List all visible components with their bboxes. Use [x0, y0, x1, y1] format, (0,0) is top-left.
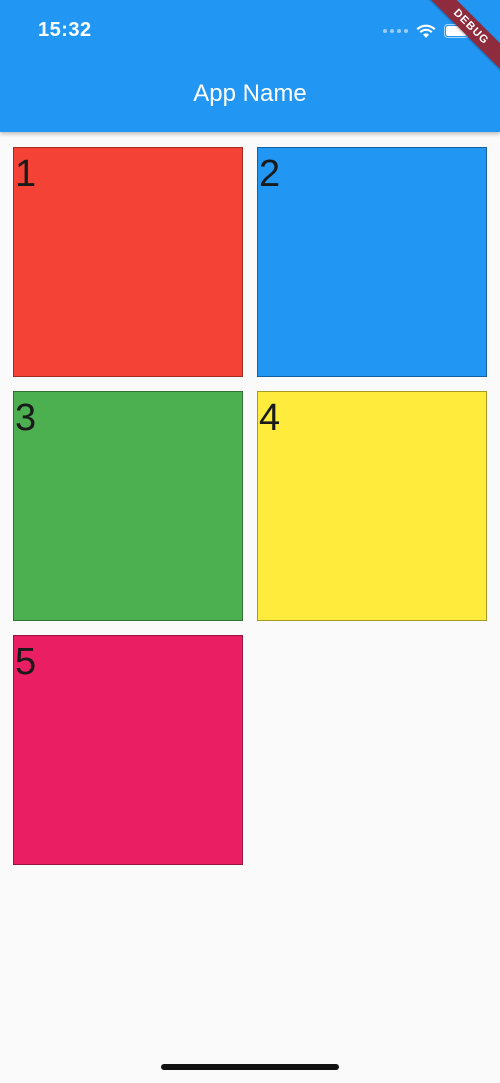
debug-banner-label: DEBUG: [425, 0, 500, 73]
tile-number: 4: [259, 397, 281, 439]
app-title: App Name: [193, 80, 307, 107]
tile-number: 5: [15, 641, 37, 683]
tile-number: 3: [15, 397, 37, 439]
tile-number: 2: [259, 153, 281, 195]
grid-tile-2[interactable]: 2: [257, 147, 487, 377]
grid-tile-1[interactable]: 1: [13, 147, 243, 377]
cellular-signal-icon: [383, 29, 408, 33]
status-time: 15:32: [38, 19, 92, 41]
debug-banner: DEBUG: [420, 0, 500, 80]
tile-grid: 1 2 3 4 5: [13, 147, 487, 865]
grid-tile-5[interactable]: 5: [13, 635, 243, 865]
grid-tile-3[interactable]: 3: [13, 391, 243, 621]
grid-tile-4[interactable]: 4: [257, 391, 487, 621]
home-indicator[interactable]: [161, 1064, 339, 1070]
tile-number: 1: [15, 153, 37, 195]
